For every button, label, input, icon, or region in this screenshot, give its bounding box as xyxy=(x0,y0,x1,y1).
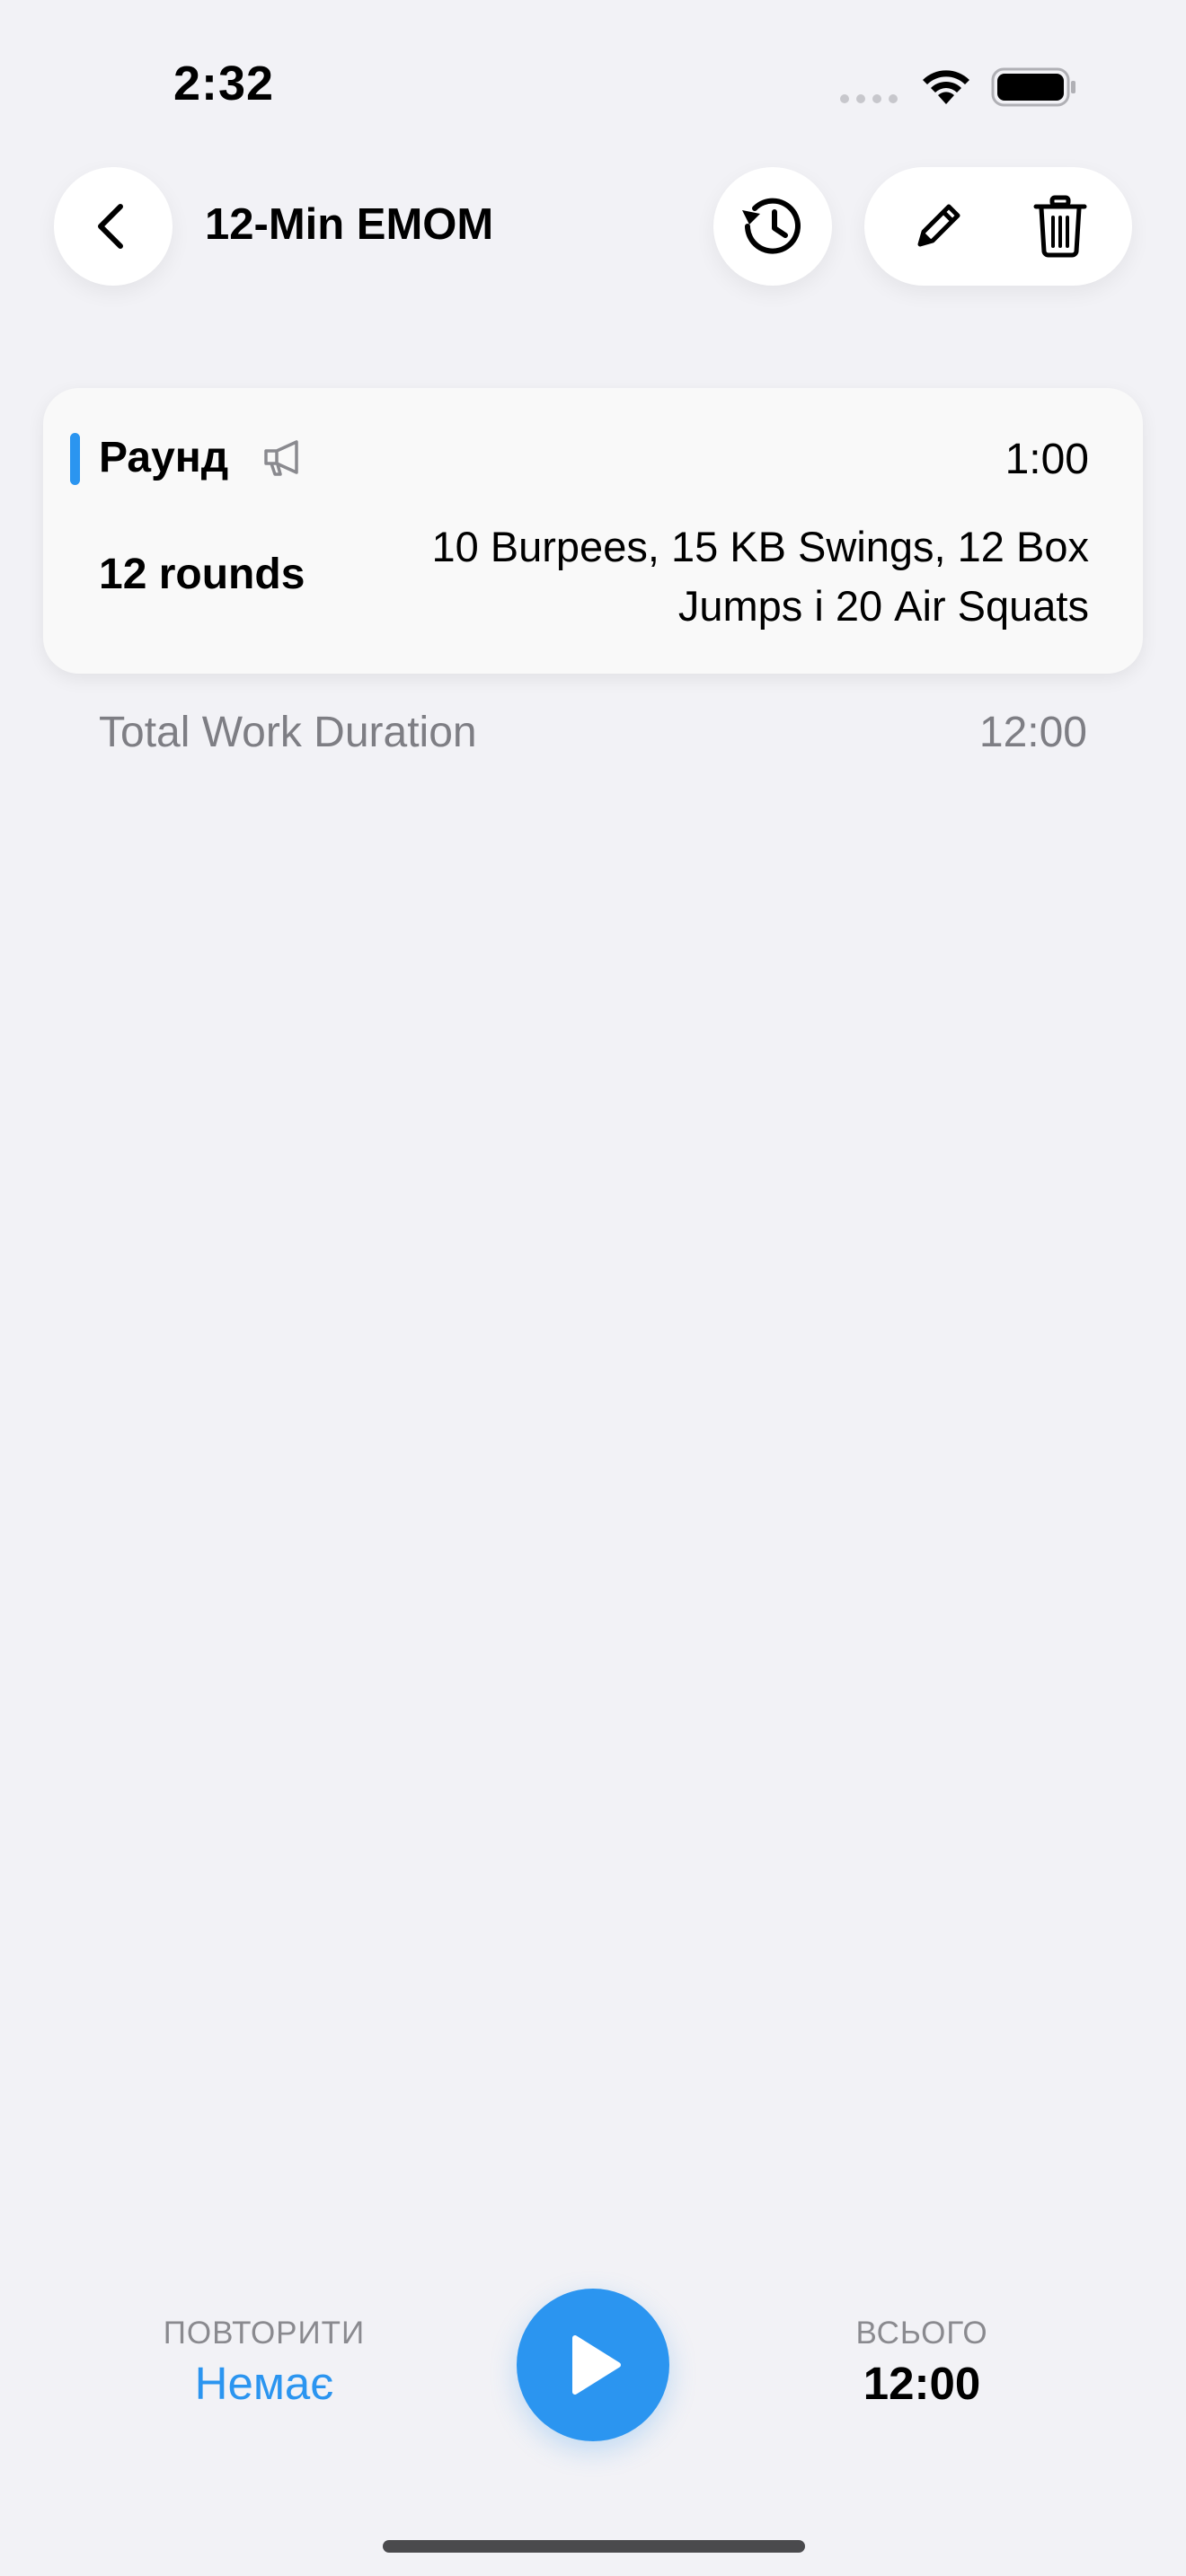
repeat-caption: ПОВТОРИТИ xyxy=(163,2316,366,2351)
pencil-icon xyxy=(917,204,960,247)
total-value: 12:00 xyxy=(863,2358,981,2409)
cellular-signal-icon xyxy=(840,94,898,103)
play-button[interactable] xyxy=(517,2289,669,2441)
back-button[interactable] xyxy=(54,167,173,286)
battery-icon xyxy=(991,67,1075,107)
round-card[interactable]: Раунд 1:00 12 rounds 10 Burpees, 15 KB S… xyxy=(43,388,1143,674)
total-work-duration-label: Total Work Duration xyxy=(99,709,477,756)
repeat-selector[interactable]: Немає xyxy=(108,2357,420,2410)
delete-button[interactable] xyxy=(1013,180,1107,273)
status-time: 2:32 xyxy=(173,57,275,110)
play-icon xyxy=(572,2335,621,2395)
edit-delete-group xyxy=(864,167,1132,286)
home-indicator[interactable] xyxy=(383,2540,805,2553)
edit-button[interactable] xyxy=(891,180,985,273)
chevron-left-icon xyxy=(98,204,123,249)
wifi-icon xyxy=(923,70,969,104)
round-duration: 1:00 xyxy=(1005,436,1089,483)
total-work-duration-value: 12:00 xyxy=(978,709,1087,756)
round-label: Раунд xyxy=(99,434,229,481)
round-count: 12 rounds xyxy=(99,551,305,598)
page-title: 12-Min EMOM xyxy=(205,200,494,249)
megaphone-icon xyxy=(264,440,298,476)
total-caption: ВСЬОГО xyxy=(855,2316,988,2351)
round-accent-bar xyxy=(70,433,80,485)
round-exercises: 10 Burpees, 15 KB Swings, 12 Box Jumps і… xyxy=(431,523,1089,630)
trash-icon xyxy=(1033,195,1087,258)
history-button[interactable] xyxy=(713,167,832,286)
history-icon xyxy=(742,198,801,254)
